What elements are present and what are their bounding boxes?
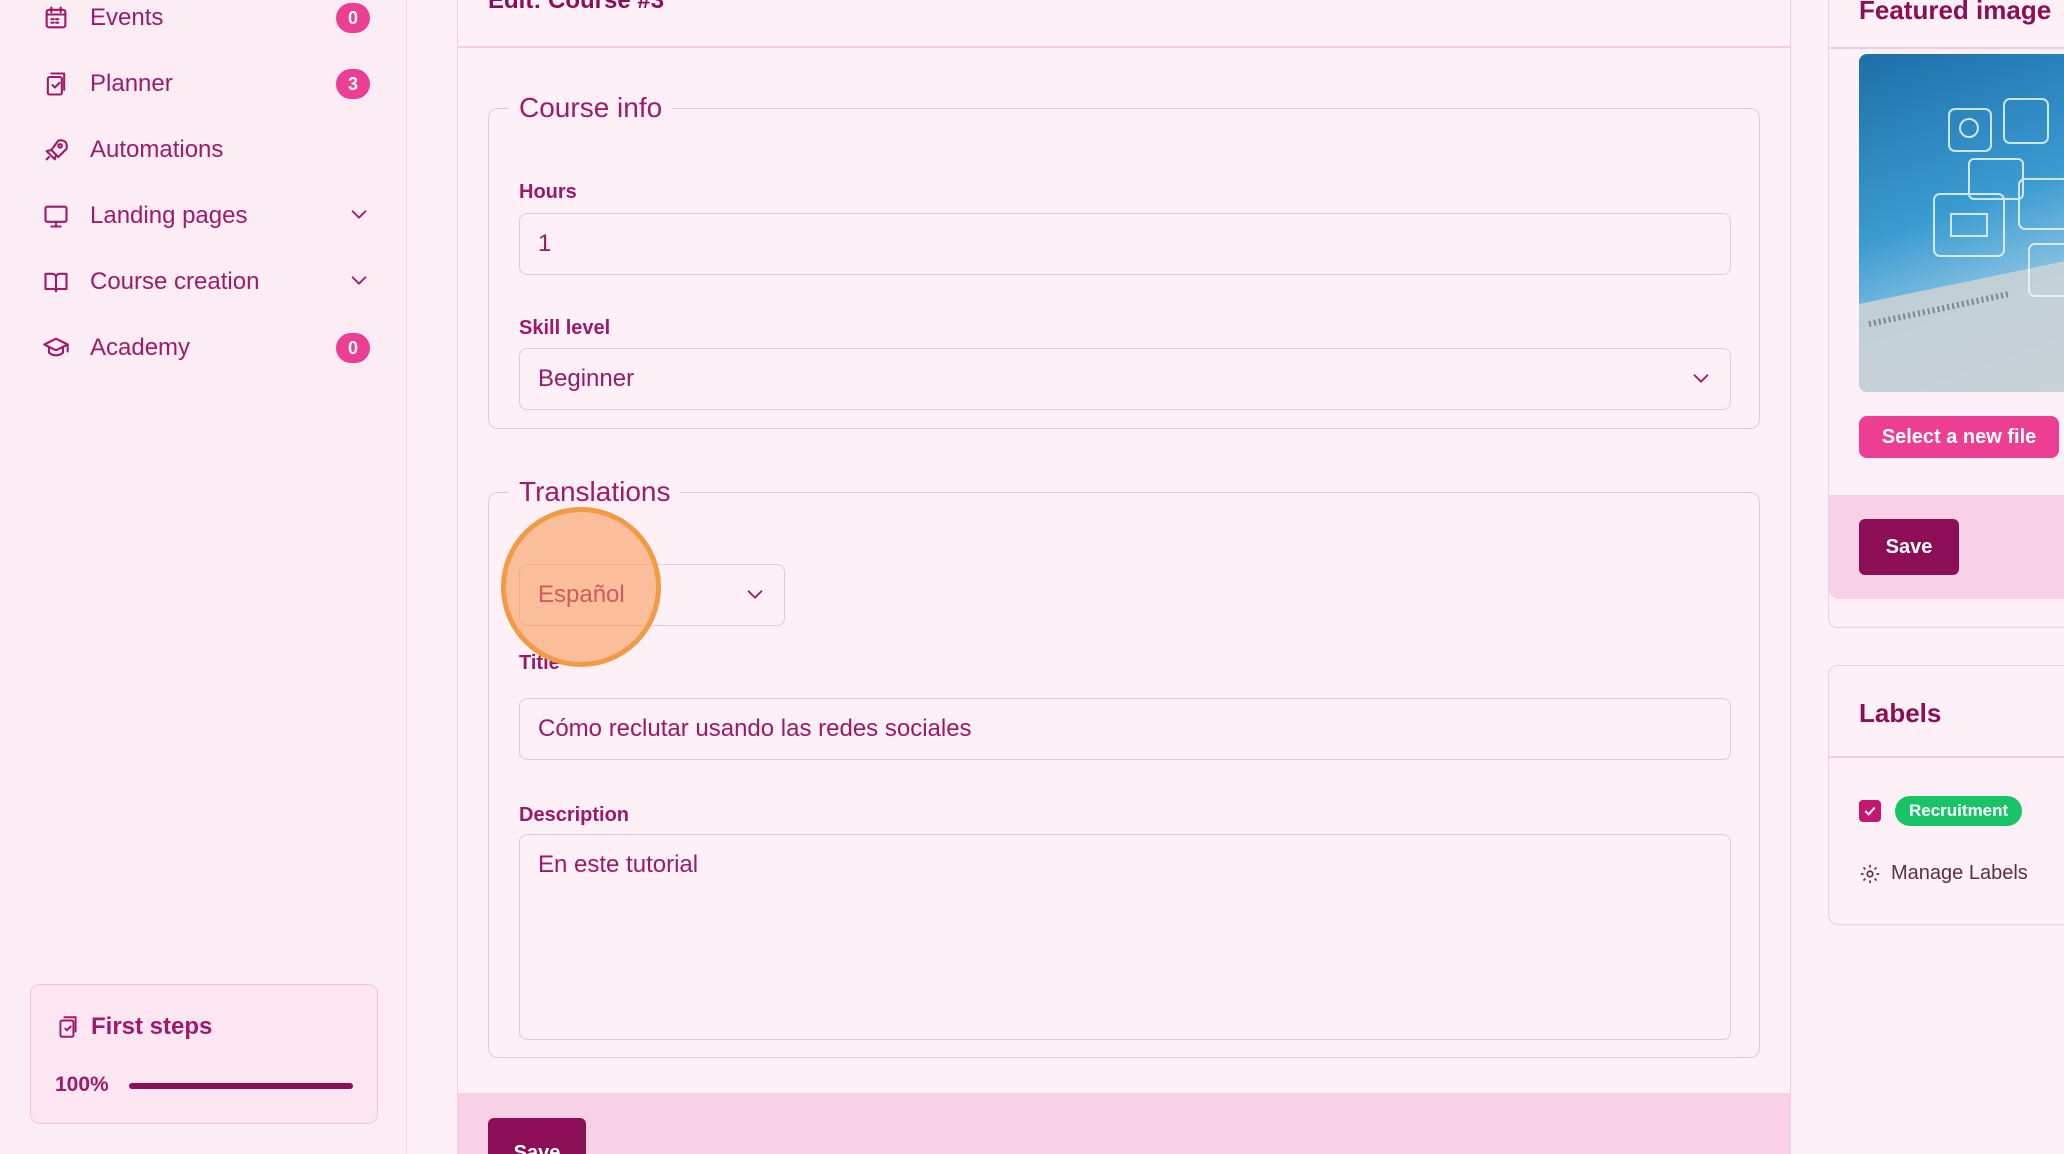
edit-course-card: Edit: Course #3 Course info Hours 1 Skil… (457, 0, 1791, 1154)
description-label: Description (519, 804, 630, 826)
first-steps-card[interactable]: First steps 100% (30, 984, 378, 1124)
title-input[interactable]: Cómo reclutar usando las redes sociales (519, 698, 1731, 760)
save-button[interactable]: Save (488, 1118, 586, 1154)
sidebar-item-events[interactable]: Events 0 (40, 0, 370, 40)
check-icon (1864, 806, 1876, 816)
label-item[interactable]: Recruitment (1859, 796, 2023, 826)
skill-level-select[interactable]: Beginner (519, 348, 1731, 410)
description-textarea[interactable]: En este tutorial (519, 834, 1731, 1040)
featured-image (1859, 54, 2064, 392)
graduation-cap-icon (40, 332, 72, 364)
chevron-down-icon[interactable] (348, 203, 370, 230)
featured-image-title: Featured image (1859, 0, 2052, 25)
labels-title: Labels (1859, 698, 1942, 728)
gear-icon (1860, 864, 1880, 883)
progress-fill (129, 1083, 353, 1089)
sidebar-item-landing-pages[interactable]: Landing pages (40, 194, 370, 238)
sidebar-item-label: Planner (90, 70, 173, 97)
labels-card: Labels Recruitment Manage Labels (1828, 665, 2064, 925)
hours-value: 1 (538, 230, 552, 257)
label-checkbox[interactable] (1859, 800, 1881, 822)
page-title: Edit: Course #3 (488, 0, 665, 14)
form-footer: Save (458, 1093, 1790, 1154)
manage-labels-label: Manage Labels (1891, 862, 2028, 884)
sidebar-item-course-creation[interactable]: Course creation (40, 260, 370, 304)
monitor-icon (40, 200, 72, 232)
manage-labels-link[interactable]: Manage Labels (1859, 862, 2028, 885)
clipboard-icon (59, 1016, 77, 1038)
hours-input[interactable]: 1 (519, 213, 1731, 275)
divider (1829, 47, 2064, 49)
clipboard-icon (40, 68, 72, 100)
translations-group: Translations Español Title Cómo reclutar… (488, 476, 1760, 1058)
calendar-icon (40, 2, 72, 34)
first-steps-title: First steps (91, 1013, 213, 1040)
sidebar: Events 0 Planner 3 Automations Landing p… (0, 0, 407, 1154)
sidebar-item-academy[interactable]: Academy 0 (40, 326, 370, 370)
chevron-down-icon (744, 583, 766, 612)
sidebar-item-label: Course creation (90, 268, 260, 295)
course-info-legend: Course info (519, 92, 663, 123)
sidebar-item-planner[interactable]: Planner 3 (40, 62, 370, 106)
title-value: Cómo reclutar usando las redes sociales (538, 715, 972, 742)
sidebar-item-automations[interactable]: Automations (40, 128, 370, 172)
featured-footer: Save (1829, 495, 2064, 599)
book-icon (40, 266, 72, 298)
sidebar-item-label: Landing pages (90, 202, 248, 229)
progress-percent: 100% (55, 1073, 109, 1096)
language-value: Español (538, 581, 625, 608)
chevron-down-icon (1690, 367, 1712, 396)
rocket-icon (40, 134, 72, 166)
sidebar-item-label: Events (90, 4, 164, 31)
sidebar-item-label: Academy (90, 334, 191, 361)
title-label: Title (519, 652, 560, 674)
label-chip-recruitment: Recruitment (1895, 796, 2023, 826)
select-file-button[interactable]: Select a new file (1859, 416, 2059, 458)
count-badge: 0 (336, 333, 370, 363)
description-value: En este tutorial (538, 851, 699, 878)
progress-bar (129, 1083, 353, 1089)
chevron-down-icon[interactable] (348, 269, 370, 296)
divider (458, 46, 1790, 48)
language-select[interactable]: Español (519, 564, 785, 626)
course-info-group: Course info Hours 1 Skill level Beginner (488, 92, 1760, 429)
count-badge: 3 (336, 69, 370, 99)
skill-level-value: Beginner (538, 365, 635, 392)
skill-level-label: Skill level (519, 317, 611, 339)
translations-legend: Translations (519, 476, 671, 507)
divider (1829, 756, 2064, 758)
count-badge: 0 (336, 3, 370, 33)
sidebar-item-label: Automations (90, 136, 224, 163)
featured-image-card: Featured image Select a new file Save (1828, 0, 2064, 628)
save-featured-button[interactable]: Save (1859, 519, 1959, 575)
hours-label: Hours (519, 181, 577, 203)
